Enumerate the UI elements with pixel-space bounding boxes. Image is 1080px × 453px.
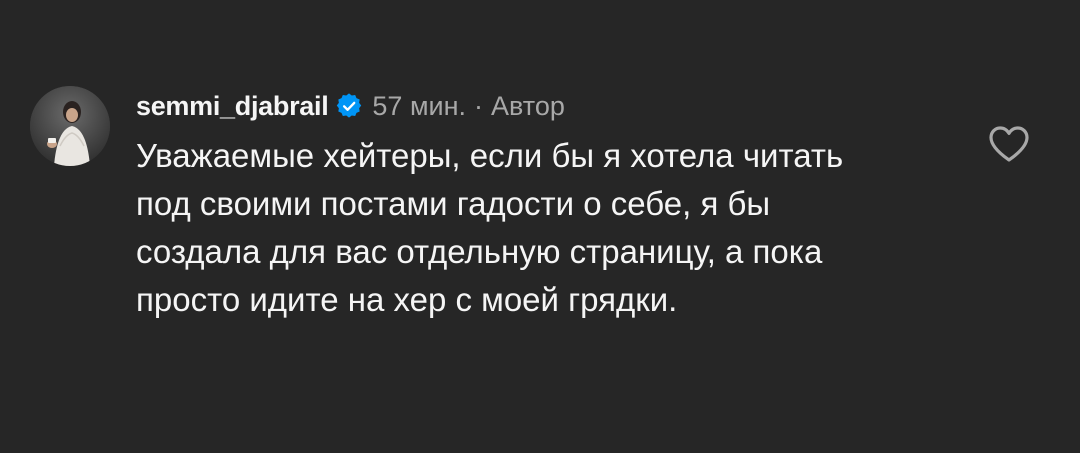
comment-text: Уважаемые хейтеры, если бы я хотела чита… <box>136 137 844 318</box>
comment-time: 57 мин. <box>372 90 466 121</box>
avatar[interactable] <box>30 86 110 166</box>
comment-screen: semmi_djabrail 57 мин. · Автор Уважаемые… <box>0 0 1080 453</box>
avatar-image <box>30 86 110 166</box>
username-link[interactable]: semmi_djabrail <box>136 91 329 122</box>
comment-meta: semmi_djabrail 57 мин. · Автор <box>136 86 936 126</box>
heart-outline-icon <box>989 126 1029 162</box>
like-button[interactable] <box>987 124 1031 164</box>
comment-body: semmi_djabrail 57 мин. · Автор Уважаемые… <box>136 86 936 324</box>
meta-separator: · <box>474 90 483 121</box>
author-label: Автор <box>491 90 565 121</box>
verified-badge-icon <box>336 93 362 119</box>
